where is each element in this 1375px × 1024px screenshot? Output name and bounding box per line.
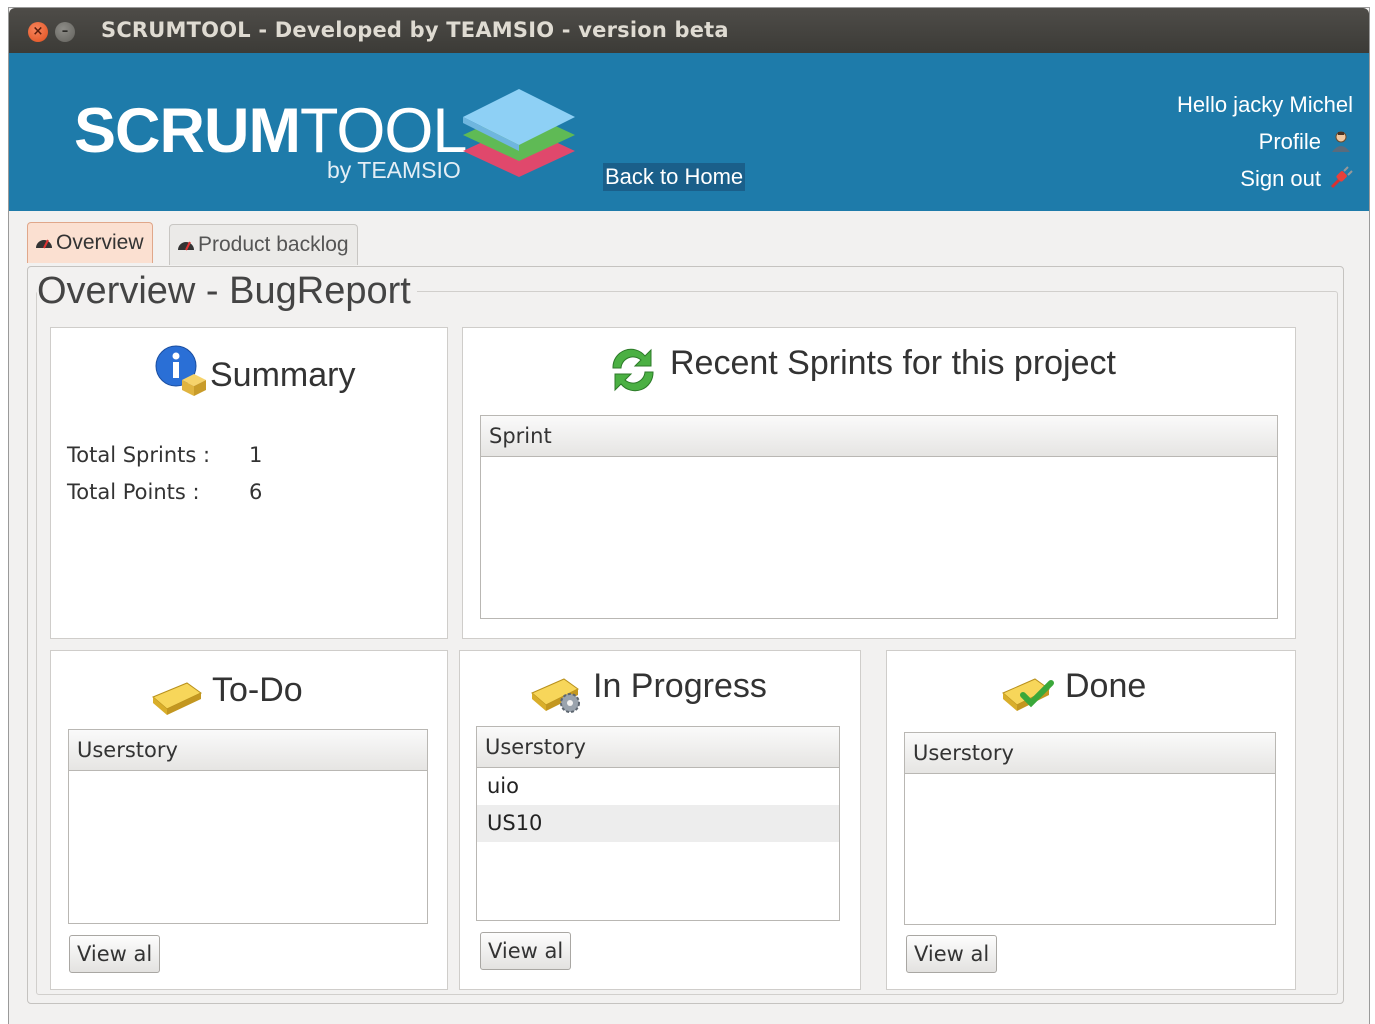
done-column-header[interactable]: Userstory <box>905 733 1275 774</box>
todo-column-header[interactable]: Userstory <box>69 730 427 771</box>
in-progress-column-header[interactable]: Userstory <box>477 727 839 768</box>
summary-panel: Summary Total Sprints : 1 Total Points :… <box>50 327 448 639</box>
page-title: Overview - BugReport <box>37 270 417 313</box>
todo-view-all-button[interactable]: View al <box>69 935 161 973</box>
plug-icon <box>1330 166 1353 189</box>
sign-out-link[interactable]: Sign out <box>1177 165 1353 202</box>
sprint-table[interactable]: Sprint <box>480 415 1278 619</box>
done-table[interactable]: Userstory <box>904 732 1276 925</box>
done-title: Done <box>1065 667 1147 705</box>
total-sprints-value: 1 <box>249 443 263 467</box>
folder-check-icon <box>1002 678 1054 711</box>
recent-sprints-title: Recent Sprints for this project <box>670 344 1116 382</box>
recent-sprints-panel: Recent Sprints for this project Sprint <box>462 327 1296 639</box>
logo-layers-icon <box>463 89 575 177</box>
done-panel: Done Userstory View al <box>886 650 1296 990</box>
todo-table[interactable]: Userstory <box>68 729 428 924</box>
in-progress-view-all-button[interactable]: View al <box>480 932 572 970</box>
total-points-value: 6 <box>249 480 263 504</box>
app-window: × – SCRUMTOOL - Developed by TEAMSIO - v… <box>8 7 1370 1024</box>
sprint-column-header[interactable]: Sprint <box>481 416 1277 457</box>
table-row[interactable]: US10 <box>477 805 839 842</box>
folder-gear-icon <box>531 678 580 713</box>
done-view-all-button[interactable]: View al <box>906 935 998 973</box>
tab-overview[interactable]: Overview <box>27 222 153 263</box>
table-row[interactable]: uio <box>477 768 839 805</box>
todo-panel: To-Do Userstory View al <box>50 650 448 990</box>
info-icon <box>155 345 206 396</box>
title-bar: × – SCRUMTOOL - Developed by TEAMSIO - v… <box>9 8 1369 53</box>
folder-icon <box>152 682 202 715</box>
total-sprints-label: Total Sprints : <box>67 443 211 467</box>
refresh-icon <box>612 348 654 392</box>
logo-subtitle: by TEAMSIO <box>327 157 461 183</box>
user-menu: Hello jacky Michel Profile Sign out <box>1177 91 1353 202</box>
todo-title: To-Do <box>212 671 303 709</box>
in-progress-title: In Progress <box>593 667 767 705</box>
total-points-label: Total Points : <box>67 480 200 504</box>
in-progress-table[interactable]: Userstory uio US10 <box>476 726 840 921</box>
close-window-button[interactable]: × <box>28 22 48 42</box>
greeting: Hello jacky Michel <box>1176 92 1353 117</box>
in-progress-panel: In Progress Userstory uio US10 View al <box>459 650 861 990</box>
profile-link[interactable]: Profile <box>1177 128 1353 165</box>
dashboard-icon <box>36 239 52 249</box>
minimize-window-button[interactable]: – <box>55 22 75 42</box>
logo: SCRUMTOOL <box>74 96 467 166</box>
user-icon <box>1332 131 1350 152</box>
tab-product-backlog[interactable]: Product backlog <box>169 224 358 265</box>
dashboard-icon <box>178 241 194 251</box>
window-title: SCRUMTOOL - Developed by TEAMSIO - versi… <box>101 18 729 42</box>
app-header: SCRUMTOOL by TEAMSIO Back to Home Hello … <box>9 53 1369 211</box>
back-to-home-link[interactable]: Back to Home <box>603 163 746 191</box>
summary-title: Summary <box>210 356 356 394</box>
